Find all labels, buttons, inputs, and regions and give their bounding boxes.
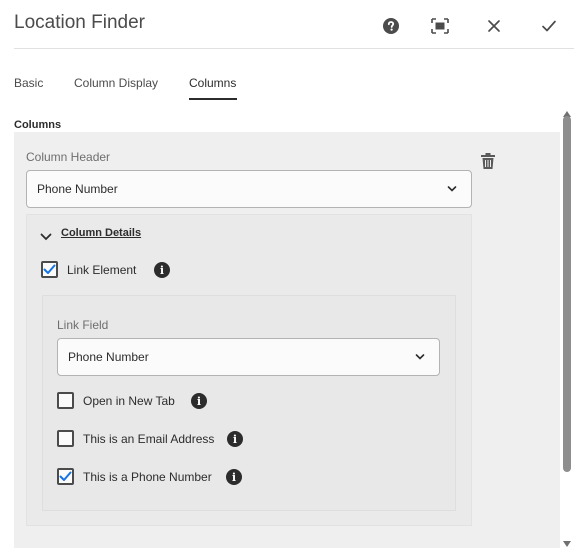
dialog-title: Location Finder bbox=[14, 12, 145, 33]
tab-basic[interactable]: Basic bbox=[14, 76, 43, 90]
fullscreen-button[interactable] bbox=[427, 13, 453, 39]
help-button[interactable] bbox=[378, 13, 404, 39]
close-icon bbox=[488, 20, 500, 32]
delete-item-button[interactable] bbox=[480, 152, 496, 175]
email-address-label: This is an Email Address bbox=[83, 432, 215, 446]
column-header-label: Column Header bbox=[26, 150, 111, 164]
help-icon bbox=[383, 18, 399, 34]
column-header-value: Phone Number bbox=[37, 182, 118, 196]
email-address-checkbox[interactable] bbox=[57, 430, 74, 447]
column-header-select[interactable]: Phone Number bbox=[26, 170, 472, 208]
active-tab-indicator bbox=[189, 98, 237, 100]
chevron-down-icon bbox=[447, 186, 457, 192]
link-field-label: Link Field bbox=[57, 318, 109, 332]
info-icon[interactable]: i bbox=[226, 469, 242, 485]
header-divider bbox=[14, 48, 574, 49]
link-field-select[interactable]: Phone Number bbox=[57, 338, 440, 376]
open-new-tab-label: Open in New Tab bbox=[83, 394, 175, 408]
link-field-value: Phone Number bbox=[68, 350, 149, 364]
collapse-toggle[interactable] bbox=[40, 228, 52, 246]
scroll-down-arrow[interactable] bbox=[563, 534, 571, 552]
info-icon[interactable]: i bbox=[227, 431, 243, 447]
chevron-down-icon bbox=[40, 233, 52, 241]
column-details-title[interactable]: Column Details bbox=[61, 227, 141, 239]
columns-section-label: Columns bbox=[14, 119, 62, 131]
chevron-down-icon bbox=[415, 354, 425, 360]
link-element-label: Link Element bbox=[67, 263, 137, 277]
fullscreen-icon bbox=[431, 18, 449, 34]
caret-down-icon bbox=[563, 541, 571, 547]
info-icon[interactable]: i bbox=[191, 393, 207, 409]
phone-number-checkbox[interactable] bbox=[57, 468, 74, 485]
open-new-tab-checkbox[interactable] bbox=[57, 392, 74, 409]
done-button[interactable] bbox=[536, 13, 562, 39]
scrollbar-thumb[interactable] bbox=[563, 116, 571, 472]
done-icon bbox=[542, 20, 556, 32]
link-element-checkbox[interactable] bbox=[41, 261, 58, 278]
checkmark-icon bbox=[43, 264, 56, 274]
checkmark-icon bbox=[59, 471, 72, 481]
trash-icon bbox=[481, 153, 495, 169]
tab-column-display[interactable]: Column Display bbox=[74, 76, 158, 90]
phone-number-label: This is a Phone Number bbox=[83, 470, 212, 484]
info-icon[interactable]: i bbox=[154, 262, 170, 278]
close-button[interactable] bbox=[481, 13, 507, 39]
tab-columns[interactable]: Columns bbox=[189, 76, 236, 90]
